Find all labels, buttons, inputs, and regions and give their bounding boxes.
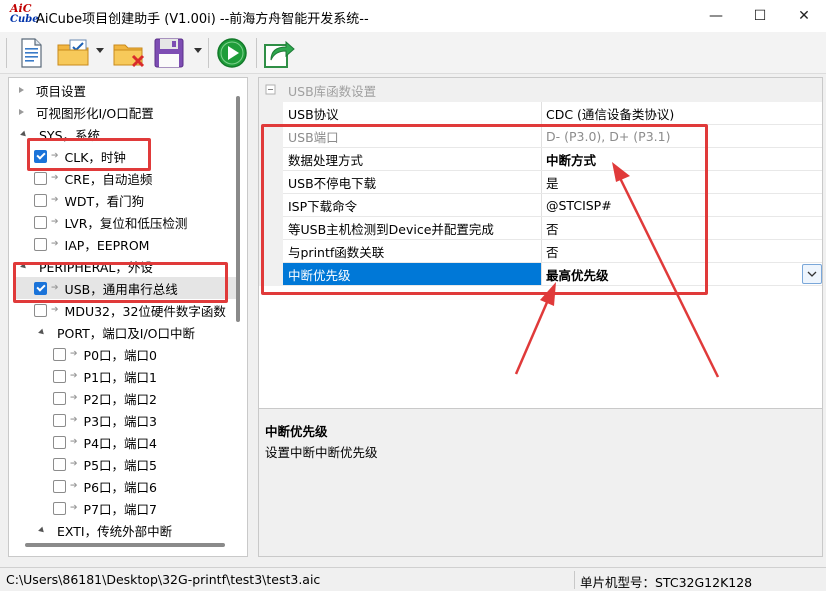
mcu-model: 单片机型号：STC32G12K128 (580, 575, 753, 590)
arrow-icon: ➔ (70, 371, 78, 381)
toolbar-separator (208, 38, 209, 68)
close-button[interactable]: ✕ (782, 0, 826, 32)
save-dropdown-caret[interactable] (194, 48, 202, 53)
arrow-icon: ➔ (70, 393, 78, 403)
prop-row-usb-protocol[interactable]: USB协议 CDC (通信设备类协议) (283, 102, 822, 125)
tree-item-iap[interactable]: ➔ IAP，EEPROM (34, 233, 149, 255)
checkbox[interactable] (53, 457, 66, 471)
tree-item-p7[interactable]: ➔ P7口，端口7 (53, 497, 157, 519)
maximize-icon: ☐ (753, 8, 767, 24)
tree-item-p0[interactable]: ➔ P0口，端口0 (53, 343, 157, 365)
checkbox[interactable] (53, 391, 66, 405)
tree-item-project-settings[interactable]: 项目设置 (19, 79, 86, 101)
priority-dropdown-button[interactable] (802, 264, 822, 284)
tree-item-io-config[interactable]: 可视图形化I/O口配置 (19, 101, 154, 123)
checkbox[interactable] (53, 413, 66, 427)
checkbox[interactable] (53, 435, 66, 449)
tree-group-exti[interactable]: EXTI，传统外部中断 (38, 519, 172, 541)
leaf-arrow-icon (19, 87, 24, 93)
toolbar (0, 32, 826, 74)
leaf-arrow-icon (19, 109, 24, 115)
annotation-box-clk (27, 138, 151, 171)
tree-horizontal-scrollbar[interactable] (25, 543, 225, 547)
checkbox[interactable] (34, 215, 47, 229)
close-icon: ✕ (798, 8, 810, 24)
title-bar: AiC Cube AiCube项目创建助手 (V1.00i) --前海方舟智能开… (0, 0, 826, 32)
collapse-icon[interactable] (259, 78, 283, 102)
chevron-down-icon (807, 271, 817, 277)
arrow-icon: ➔ (70, 481, 78, 491)
tree-item-p4[interactable]: ➔ P4口，端口4 (53, 431, 157, 453)
arrow-icon: ➔ (70, 415, 78, 425)
arrow-icon: ➔ (51, 305, 59, 315)
arrow-icon: ➔ (51, 195, 59, 205)
window-title: AiCube项目创建助手 (V1.00i) --前海方舟智能开发系统-- (36, 12, 369, 27)
checkbox[interactable] (53, 501, 66, 515)
open-dropdown-caret[interactable] (96, 48, 104, 53)
checkbox[interactable] (53, 347, 66, 361)
checkbox[interactable] (53, 369, 66, 383)
arrow-icon: ➔ (70, 437, 78, 447)
tree-item-p3[interactable]: ➔ P3口，端口3 (53, 409, 157, 431)
tree-item-p1[interactable]: ➔ P1口，端口1 (53, 365, 157, 387)
export-icon (264, 40, 295, 68)
checkbox[interactable] (34, 171, 47, 185)
toolbar-grip (6, 38, 7, 68)
annotation-box-usb (13, 262, 228, 303)
close-project-button[interactable] (112, 36, 148, 70)
open-folder-icon (57, 39, 89, 66)
minimize-button[interactable]: — (694, 0, 738, 32)
new-project-button[interactable] (14, 36, 48, 70)
tree-item-p2[interactable]: ➔ P2口，端口2 (53, 387, 157, 409)
minimize-icon: — (709, 8, 723, 24)
checkbox[interactable] (53, 479, 66, 493)
save-project-button[interactable] (152, 36, 188, 70)
property-section-header[interactable]: USB库函数设置 (259, 78, 822, 102)
new-document-icon (21, 38, 42, 68)
checkbox[interactable] (34, 237, 47, 251)
delete-folder-icon (113, 44, 145, 68)
project-path: C:\Users\86181\Desktop\32G-printf\test3\… (6, 572, 321, 587)
arrow-icon: ➔ (51, 173, 59, 183)
status-bar: C:\Users\86181\Desktop\32G-printf\test3\… (0, 567, 826, 591)
arrow-icon: ➔ (51, 217, 59, 227)
tree-item-p6[interactable]: ➔ P6口，端口6 (53, 475, 157, 497)
annotation-box-props (261, 124, 708, 295)
property-description: 中断优先级 设置中断中断优先级 (259, 408, 822, 556)
arrow-icon: ➔ (70, 503, 78, 513)
run-button[interactable] (214, 36, 250, 70)
export-button[interactable] (262, 36, 298, 70)
app-window: AiC Cube AiCube项目创建助手 (V1.00i) --前海方舟智能开… (0, 0, 826, 591)
tree-item-lvr[interactable]: ➔ LVR，复位和低压检测 (34, 211, 187, 233)
open-project-button[interactable] (56, 36, 92, 70)
arrow-icon: ➔ (70, 459, 78, 469)
run-icon (217, 38, 247, 68)
app-logo-icon: AiC Cube (10, 2, 39, 25)
tree-item-p5[interactable]: ➔ P5口，端口5 (53, 453, 157, 475)
tree-vertical-scrollbar[interactable] (236, 96, 240, 322)
checkbox[interactable] (34, 303, 47, 317)
status-separator (574, 571, 575, 589)
checkbox[interactable] (34, 193, 47, 207)
maximize-button[interactable]: ☐ (738, 0, 782, 32)
expanded-arrow-icon (38, 328, 46, 336)
tree-item-wdt[interactable]: ➔ WDT，看门狗 (34, 189, 144, 211)
expanded-arrow-icon (20, 130, 28, 138)
arrow-icon: ➔ (70, 349, 78, 359)
toolbar-separator-2 (256, 38, 257, 68)
tree-group-port[interactable]: PORT，端口及I/O口中断 (38, 321, 195, 343)
arrow-icon: ➔ (51, 239, 59, 249)
expanded-arrow-icon (38, 526, 46, 534)
save-icon (154, 38, 184, 68)
